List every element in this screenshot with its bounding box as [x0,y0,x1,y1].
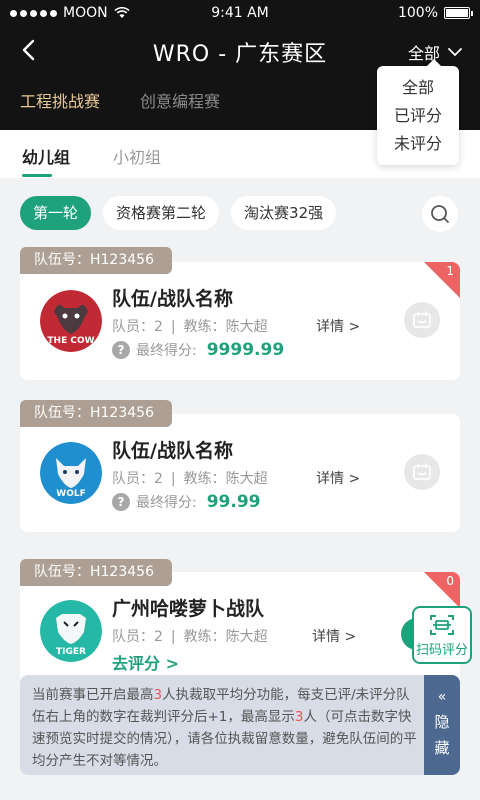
filter-option-scored[interactable]: 已评分 [377,102,459,130]
battery-percent: 100% [397,5,438,21]
final-score: 99.99 [206,492,261,512]
final-score: 9999.99 [206,340,285,360]
score-row: ? 最终得分: 9999.99 [112,340,284,360]
filter-option-unscored[interactable]: 未评分 [377,130,459,158]
chevron-down-icon [448,48,462,57]
battery-icon [444,7,473,19]
team-logo: WOLF [40,442,102,504]
team-logo: THE COW [40,290,102,352]
team-number-tag: 队伍号：H123456 [20,400,172,427]
question-icon[interactable]: ? [112,493,130,511]
team-logo: TIGER [40,600,102,662]
detail-link[interactable]: 详情 > [316,316,360,336]
team-card[interactable]: 0 TIGER 广州哈喽萝卜战队 队员：2 | 教练：陈大超 详情 > 去评分 > [20,572,460,690]
round-pill-top32[interactable]: 淘汰赛32强 [231,196,337,230]
score-row: ? 最终得分: 99.99 [112,492,261,512]
tab-kindergarten[interactable]: 幼儿组 [22,144,70,168]
scan-to-rate-button[interactable]: 扫码评分 [412,606,472,664]
detail-link[interactable]: 详情 > [316,468,360,488]
team-card[interactable]: 1 THE COW 队伍/战队名称 队员：2 | 教练：陈大超 详情 > ? 最终得… [20,262,460,380]
filter-menu: 全部 已评分 未评分 [377,59,459,165]
question-icon[interactable]: ? [112,341,130,359]
round-filters: 第一轮 资格赛第二轮 淘汰赛32强 [20,196,337,230]
judge-count-badge[interactable]: 0 [424,572,460,608]
double-chevron-left-icon: « [437,689,447,705]
calendar-check-icon [413,464,431,480]
round-pill-first[interactable]: 第一轮 [20,196,92,230]
active-tab-indicator [22,174,52,177]
team-name: 广州哈喽萝卜战队 [112,598,265,620]
team-meta: 队员：2 | 教练：陈大超 [112,471,268,487]
team-number-tag: 队伍号：H123456 [20,559,172,586]
tab-creative-programming[interactable]: 创意编程赛 [140,88,220,112]
svg-text:TIGER: TIGER [56,647,86,657]
filter-option-all[interactable]: 全部 [377,74,459,102]
calendar-check-icon [413,312,431,328]
averaging-notice: 当前赛事已开启最高3人执裁取平均分功能，每支已评/未评分队伍右上角的数字在裁判评… [20,675,460,775]
notice-text: 当前赛事已开启最高3人执裁取平均分功能，每支已评/未评分队伍右上角的数字在裁判评… [32,687,417,769]
scan-button-label: 扫码评分 [415,642,468,658]
judge-scoring-button[interactable] [404,454,440,490]
team-meta: 队员：2 | 教练：陈大超 [112,629,268,645]
svg-text:THE COW: THE COW [47,336,94,346]
team-card[interactable]: WOLF 队伍/战队名称 队员：2 | 教练：陈大超 详情 > ? 最终得分: 99… [20,414,460,532]
tab-engineering[interactable]: 工程挑战赛 [20,88,100,112]
team-number-tag: 队伍号：H123456 [20,247,172,274]
judge-count-badge[interactable]: 1 [424,262,460,298]
team-name: 队伍/战队名称 [112,288,233,310]
round-pill-qualifier-second[interactable]: 资格赛第二轮 [103,196,220,230]
go-rate-link[interactable]: 去评分 > [112,650,179,674]
svg-text:WOLF: WOLF [56,489,85,499]
hide-notice-button[interactable]: « 隐藏 [424,675,460,775]
judge-scoring-button[interactable] [404,302,440,338]
search-icon [431,205,449,223]
status-bar: MOON 9:41 AM 100% [0,0,480,28]
scan-icon [430,614,454,635]
team-name: 队伍/战队名称 [112,440,233,462]
hide-label: 隐藏 [434,713,450,757]
team-meta: 队员：2 | 教练：陈大超 [112,319,268,335]
competition-tabs: 工程挑战赛 创意编程赛 [20,88,220,112]
search-button[interactable] [422,196,458,232]
detail-link[interactable]: 详情 > [312,626,356,646]
tab-primary-junior[interactable]: 小初组 [113,144,161,168]
